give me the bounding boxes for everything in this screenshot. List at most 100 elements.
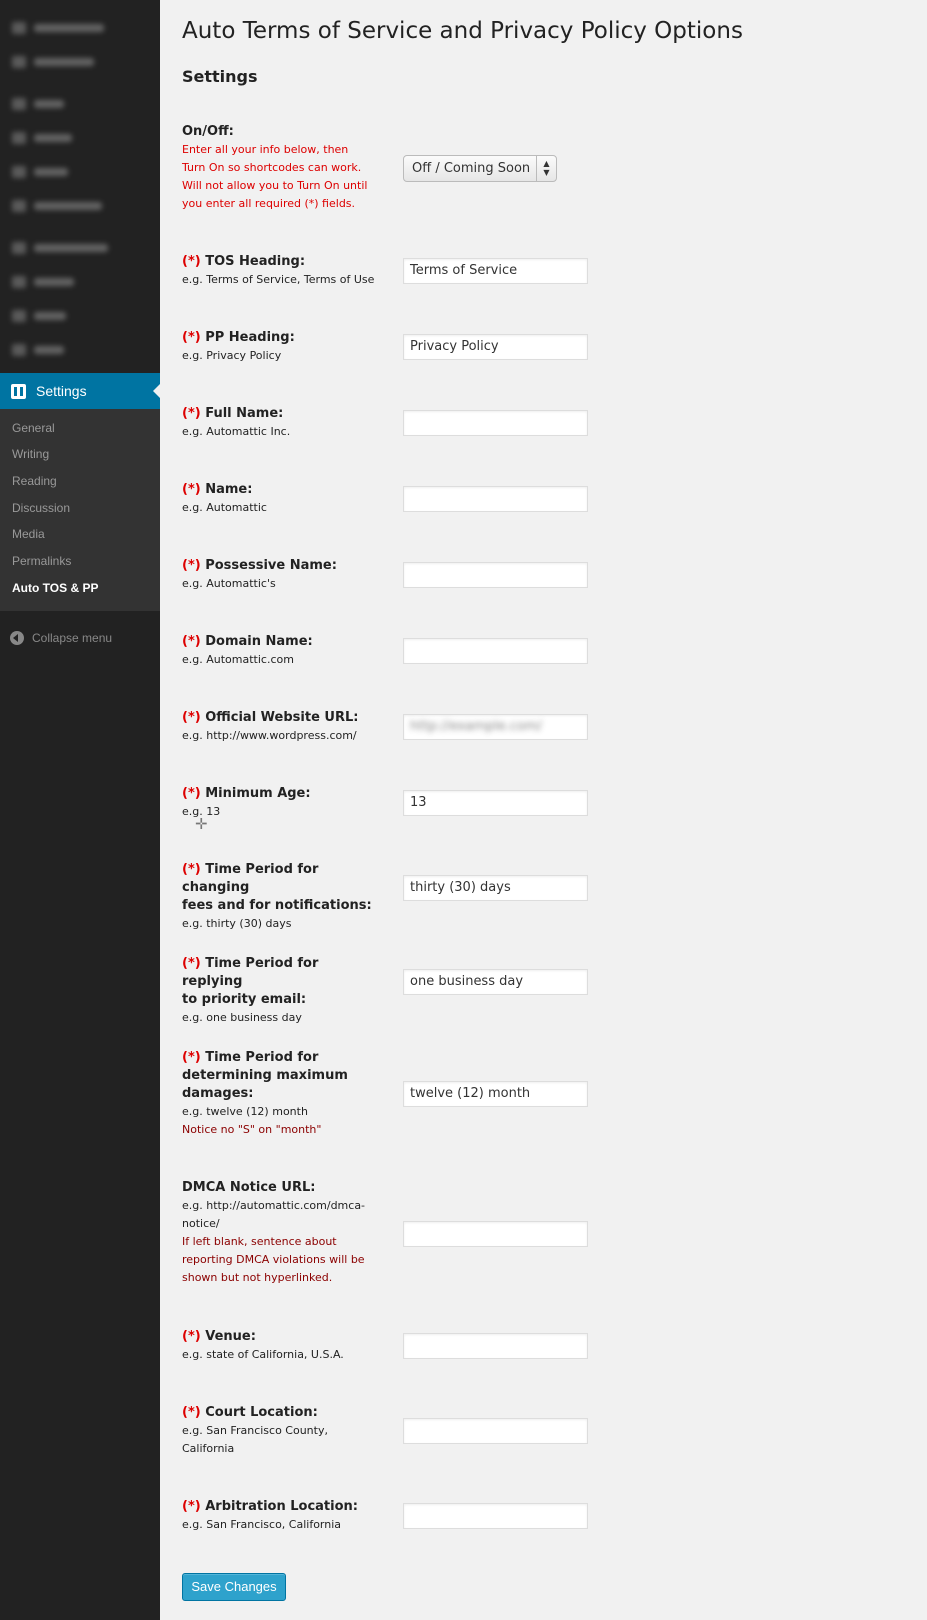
onoff-label-block: On/Off: Enter all your info below, then … (182, 123, 382, 213)
sidebar-item-blurred[interactable] (12, 240, 108, 256)
website-url-label-block: (*) Official Website URL: e.g. http://ww… (182, 709, 382, 745)
email-period-example: e.g. one business day (182, 1011, 302, 1024)
minimum-age-example: e.g. 13 (182, 805, 221, 818)
required-marker: (*) (182, 482, 201, 497)
collapse-icon (10, 631, 24, 645)
sidebar-item-blurred[interactable] (12, 308, 66, 324)
fees-period-input[interactable]: thirty (30) days (403, 875, 588, 901)
domain-name-example: e.g. Automattic.com (182, 653, 294, 666)
submenu-item-writing[interactable]: Writing (12, 447, 49, 461)
damages-period-label-line3: damages: (182, 1086, 254, 1101)
sidebar-item-blurred[interactable] (12, 342, 64, 358)
sidebar-item-blurred[interactable] (12, 96, 64, 112)
dmca-url-input[interactable] (403, 1221, 588, 1247)
court-location-label-block: (*) Court Location: e.g. San Francisco C… (182, 1404, 382, 1458)
name-label: (*) Name: (182, 482, 253, 497)
pp-heading-example: e.g. Privacy Policy (182, 349, 282, 362)
onoff-select[interactable]: Off / Coming Soon ▲ ▼ (403, 155, 557, 182)
venue-example: e.g. state of California, U.S.A. (182, 1348, 344, 1361)
damages-period-label: (*) Time Period for (182, 1050, 319, 1065)
dmca-url-note-line3: shown but not hyperlinked. (182, 1271, 333, 1284)
venue-label-block: (*) Venue: e.g. state of California, U.S… (182, 1328, 382, 1364)
fees-period-example: e.g. thirty (30) days (182, 917, 292, 930)
sidebar-item-blurred[interactable] (12, 274, 74, 290)
required-marker: (*) (182, 862, 201, 877)
dmca-url-note-line2: reporting DMCA violations will be (182, 1253, 365, 1266)
submenu-item-reading[interactable]: Reading (12, 474, 57, 488)
submenu-item-general[interactable]: General (12, 421, 55, 435)
full-name-label-block: (*) Full Name: e.g. Automattic Inc. (182, 405, 382, 441)
domain-name-label-block: (*) Domain Name: e.g. Automattic.com (182, 633, 382, 669)
venue-input[interactable] (403, 1333, 588, 1359)
required-marker: (*) (182, 634, 201, 649)
website-url-example: e.g. http://www.wordpress.com/ (182, 729, 357, 742)
onoff-help-line: you enter all required (*) fields. (182, 197, 356, 210)
onoff-label: On/Off: (182, 124, 234, 139)
full-name-label: (*) Full Name: (182, 406, 284, 421)
tos-heading-label: (*) TOS Heading: (182, 254, 306, 269)
email-period-label-line2: to priority email: (182, 992, 307, 1007)
sidebar-item-settings-label: Settings (36, 383, 87, 399)
onoff-help-line: Enter all your info below, then (182, 143, 349, 156)
court-location-example: e.g. San Francisco County, (182, 1424, 328, 1437)
select-arrows-icon: ▲ ▼ (536, 156, 556, 181)
required-marker: (*) (182, 558, 201, 573)
tos-heading-label-block: (*) TOS Heading: e.g. Terms of Service, … (182, 253, 382, 289)
venue-label: (*) Venue: (182, 1329, 256, 1344)
required-marker: (*) (182, 1050, 201, 1065)
onoff-help-line: Turn On so shortcodes can work. (182, 161, 362, 174)
possessive-name-input[interactable] (403, 562, 588, 588)
sidebar-item-blurred[interactable] (12, 164, 68, 180)
dmca-url-label-block: DMCA Notice URL: e.g. http://automattic.… (182, 1179, 382, 1287)
collapse-menu-button[interactable]: Collapse menu (10, 631, 112, 645)
pp-heading-input[interactable]: Privacy Policy (403, 334, 588, 360)
submenu-item-media[interactable]: Media (12, 527, 45, 541)
minimum-age-label-block: (*) Minimum Age: e.g. 13 (182, 785, 382, 821)
possessive-name-example: e.g. Automattic's (182, 577, 276, 590)
tos-heading-input[interactable]: Terms of Service (403, 258, 588, 284)
damages-period-input[interactable]: twelve (12) month (403, 1081, 588, 1107)
sidebar-item-settings[interactable]: Settings (0, 373, 161, 409)
fees-period-label-line2: fees and for notifications: (182, 898, 372, 913)
sidebar-item-blurred[interactable] (12, 20, 104, 36)
onoff-help-line: Will not allow you to Turn On until (182, 179, 368, 192)
email-period-label: (*) Time Period for replying (182, 956, 319, 989)
arbitration-location-label-block: (*) Arbitration Location: e.g. San Franc… (182, 1498, 382, 1534)
domain-name-input[interactable] (403, 638, 588, 664)
dmca-url-label: DMCA Notice URL: (182, 1180, 316, 1195)
court-location-example-line2: California (182, 1442, 235, 1455)
save-changes-button[interactable]: Save Changes (182, 1573, 286, 1601)
arbitration-location-input[interactable] (403, 1503, 588, 1529)
submenu-item-permalinks[interactable]: Permalinks (12, 554, 71, 568)
full-name-example: e.g. Automattic Inc. (182, 425, 291, 438)
arbitration-location-example: e.g. San Francisco, California (182, 1518, 342, 1531)
fees-period-label: (*) Time Period for changing (182, 862, 319, 895)
required-marker: (*) (182, 1499, 201, 1514)
sidebar-item-blurred[interactable] (12, 198, 102, 214)
court-location-input[interactable] (403, 1418, 588, 1444)
required-marker: (*) (182, 1405, 201, 1420)
dmca-url-example-line2: notice/ (182, 1217, 220, 1230)
email-period-input[interactable]: one business day (403, 969, 588, 995)
full-name-input[interactable] (403, 410, 588, 436)
name-input[interactable] (403, 486, 588, 512)
damages-period-example: e.g. twelve (12) month (182, 1105, 308, 1118)
damages-period-label-block: (*) Time Period for determining maximum … (182, 1049, 382, 1139)
fees-period-label-block: (*) Time Period for changing fees and fo… (182, 861, 382, 933)
name-label-block: (*) Name: e.g. Automattic (182, 481, 382, 517)
required-marker: (*) (182, 1329, 201, 1344)
required-marker: (*) (182, 406, 201, 421)
email-period-label-block: (*) Time Period for replying to priority… (182, 955, 382, 1027)
sidebar-item-blurred[interactable] (12, 130, 72, 146)
minimum-age-input[interactable]: 13 (403, 790, 588, 816)
website-url-input[interactable]: http://example.com/ (403, 714, 588, 740)
sidebar-item-blurred[interactable] (12, 54, 94, 70)
submenu-item-discussion[interactable]: Discussion (12, 501, 70, 515)
required-marker: (*) (182, 710, 201, 725)
tos-heading-example: e.g. Terms of Service, Terms of Use (182, 273, 375, 286)
current-menu-arrow (153, 383, 161, 399)
collapse-menu-label: Collapse menu (32, 631, 113, 645)
arbitration-location-label: (*) Arbitration Location: (182, 1499, 358, 1514)
submenu-item-auto-tos-pp[interactable]: Auto TOS & PP (12, 581, 98, 595)
settings-submenu: General Writing Reading Discussion Media… (0, 409, 160, 611)
